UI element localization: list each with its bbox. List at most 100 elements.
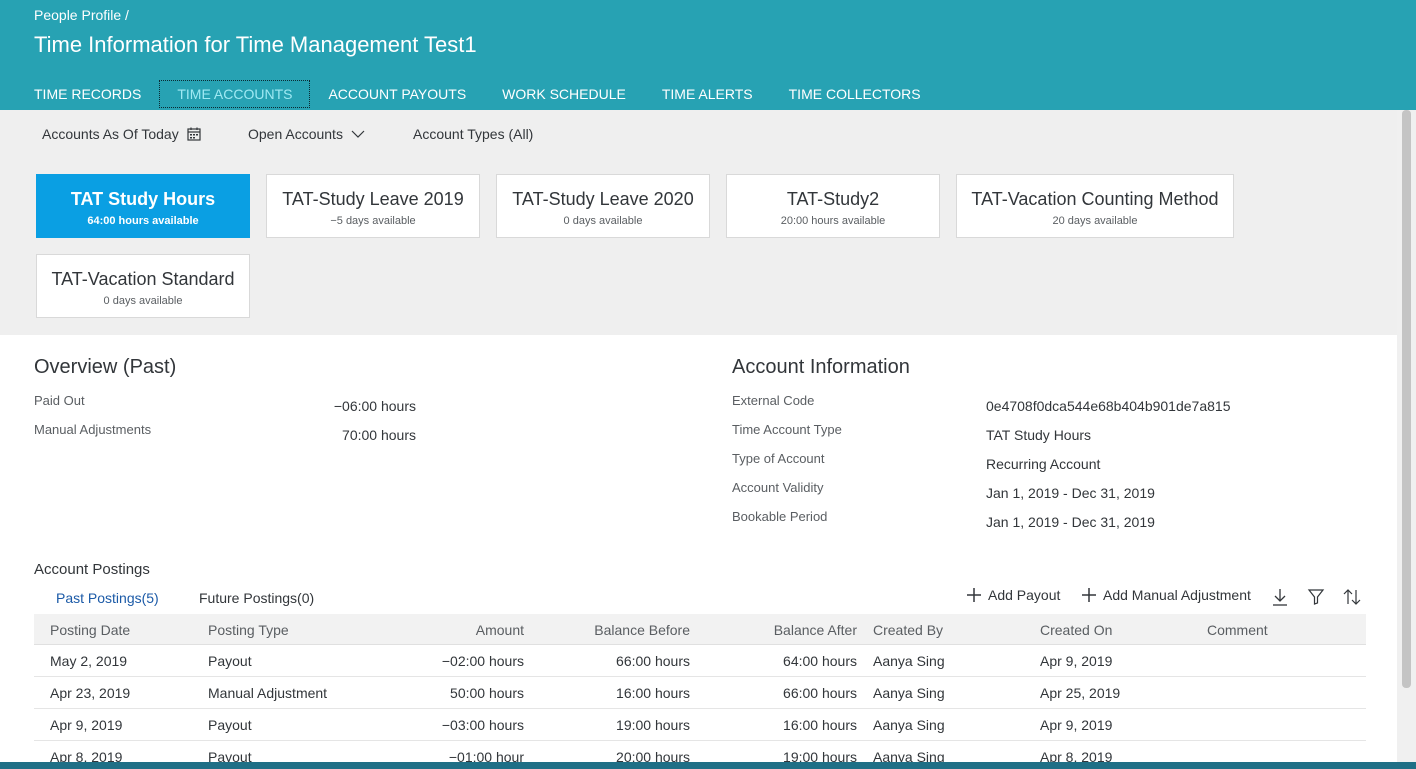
- tile-availability: −5 days available: [330, 215, 416, 227]
- time-account-type-value: TAT Study Hours: [986, 427, 1092, 443]
- add-payout-button[interactable]: Add Payout: [966, 587, 1060, 603]
- tab-work-schedule[interactable]: WORK SCHEDULE: [484, 80, 644, 108]
- tile-title: TAT Study Hours: [70, 189, 216, 209]
- download-icon: [1273, 589, 1287, 606]
- type-of-account-value: Recurring Account: [986, 456, 1101, 472]
- tile-availability: 20 days available: [1052, 215, 1138, 227]
- vertical-scrollbar[interactable]: [1397, 110, 1416, 769]
- bookable-period-label: Bookable Period: [732, 509, 828, 524]
- manual-adjustments-value: 70:00 hours: [342, 427, 416, 443]
- tab-future-postings[interactable]: Future Postings(0): [199, 590, 314, 606]
- table-row[interactable]: Apr 9, 2019 Payout −03:00 hours 19:00 ho…: [34, 709, 1366, 741]
- cell-created-by: Aanya Sing: [873, 653, 945, 669]
- cell-created-on: Apr 9, 2019: [1040, 717, 1113, 733]
- time-account-type-label: Time Account Type: [732, 422, 842, 437]
- postings-table: Posting Date Posting Type Amount Balance…: [34, 614, 1366, 769]
- bookable-period-value: Jan 1, 2019 - Dec 31, 2019: [986, 514, 1155, 530]
- download-button[interactable]: [1271, 587, 1289, 612]
- cell-posting-date: Apr 9, 2019: [50, 717, 123, 733]
- open-accounts-dropdown[interactable]: Open Accounts: [248, 126, 365, 142]
- account-validity-value: Jan 1, 2019 - Dec 31, 2019: [986, 485, 1155, 501]
- sort-icon: [1343, 589, 1361, 605]
- cell-amount: 50:00 hours: [450, 685, 524, 701]
- table-row[interactable]: Apr 23, 2019 Manual Adjustment 50:00 hou…: [34, 677, 1366, 709]
- table-row[interactable]: May 2, 2019 Payout −02:00 hours 66:00 ho…: [34, 645, 1366, 677]
- cell-posting-date: May 2, 2019: [50, 653, 128, 669]
- cell-balance-before: 19:00 hours: [616, 717, 690, 733]
- account-validity-label: Account Validity: [732, 480, 824, 495]
- col-created-on[interactable]: Created On: [1040, 622, 1112, 638]
- tile-title: TAT-Vacation Standard: [51, 269, 235, 289]
- tile-availability: 0 days available: [563, 215, 643, 227]
- tab-time-alerts[interactable]: TIME ALERTS: [644, 80, 771, 108]
- cell-amount: −03:00 hours: [441, 717, 524, 733]
- tab-time-collectors[interactable]: TIME COLLECTORS: [771, 80, 939, 108]
- cell-created-on: Apr 9, 2019: [1040, 653, 1113, 669]
- col-posting-type[interactable]: Posting Type: [208, 622, 289, 638]
- col-comment[interactable]: Comment: [1207, 622, 1268, 638]
- tab-bar: TIME RECORDS TIME ACCOUNTS ACCOUNT PAYOU…: [16, 80, 939, 110]
- tile-tat-study-hours[interactable]: TAT Study Hours 64:00 hours available: [36, 174, 250, 238]
- bottom-edge-bar: [0, 762, 1416, 769]
- cell-posting-date: Apr 23, 2019: [50, 685, 131, 701]
- add-icon: [1082, 588, 1096, 602]
- col-created-by[interactable]: Created By: [873, 622, 943, 638]
- tile-availability: 64:00 hours available: [87, 215, 199, 227]
- cell-posting-type: Payout: [208, 717, 252, 733]
- external-code-value: 0e4708f0dca544e68b404b901de7a815: [986, 398, 1231, 414]
- tab-account-payouts[interactable]: ACCOUNT PAYOUTS: [310, 80, 484, 108]
- add-icon: [967, 588, 981, 602]
- col-balance-after[interactable]: Balance After: [727, 622, 857, 638]
- tile-availability: 0 days available: [103, 295, 183, 307]
- filter-icon: [1307, 589, 1325, 605]
- chevron-down-icon: [351, 130, 365, 138]
- account-postings-title: Account Postings: [34, 561, 150, 578]
- cell-balance-after: 16:00 hours: [783, 717, 857, 733]
- tile-tat-study2[interactable]: TAT-Study2 20:00 hours available: [726, 174, 940, 238]
- tile-tat-vacation-counting-method[interactable]: TAT-Vacation Counting Method 20 days ava…: [956, 174, 1234, 238]
- cell-balance-after: 64:00 hours: [783, 653, 857, 669]
- tile-title: TAT-Study Leave 2020: [512, 189, 694, 209]
- tile-title: TAT-Vacation Counting Method: [971, 189, 1219, 209]
- scrollbar-thumb[interactable]: [1402, 110, 1411, 688]
- col-amount[interactable]: Amount: [404, 622, 524, 638]
- cell-posting-type: Manual Adjustment: [208, 685, 328, 701]
- accounts-as-of-filter[interactable]: Accounts As Of Today: [42, 126, 201, 142]
- account-types-filter[interactable]: Account Types (All): [413, 126, 533, 142]
- tab-time-records[interactable]: TIME RECORDS: [16, 80, 159, 108]
- page-title: Time Information for Time Management Tes…: [34, 32, 477, 57]
- cell-balance-before: 16:00 hours: [616, 685, 690, 701]
- tile-tat-vacation-standard[interactable]: TAT-Vacation Standard 0 days available: [36, 254, 250, 318]
- sort-button[interactable]: [1342, 587, 1362, 612]
- breadcrumb[interactable]: People Profile /: [34, 7, 129, 23]
- col-balance-before[interactable]: Balance Before: [560, 622, 690, 638]
- col-posting-date[interactable]: Posting Date: [50, 622, 130, 638]
- tile-availability: 20:00 hours available: [780, 215, 886, 227]
- open-accounts-label: Open Accounts: [248, 126, 343, 142]
- cell-created-by: Aanya Sing: [873, 685, 945, 701]
- tile-tat-study-leave-2020[interactable]: TAT-Study Leave 2020 0 days available: [496, 174, 710, 238]
- cell-balance-before: 66:00 hours: [616, 653, 690, 669]
- paid-out-label: Paid Out: [34, 393, 85, 408]
- tab-time-accounts[interactable]: TIME ACCOUNTS: [159, 80, 311, 108]
- postings-subtab-bar: Past Postings(5) Future Postings(0) Add …: [0, 581, 1397, 614]
- tile-title: TAT-Study Leave 2019: [282, 189, 464, 209]
- cell-posting-type: Payout: [208, 653, 252, 669]
- filter-button[interactable]: [1307, 587, 1325, 612]
- cell-created-on: Apr 25, 2019: [1040, 685, 1121, 701]
- type-of-account-label: Type of Account: [732, 451, 825, 466]
- account-info-title: Account Information: [732, 356, 910, 378]
- accounts-as-of-label: Accounts As Of Today: [42, 126, 179, 142]
- overview-title: Overview (Past): [34, 356, 177, 378]
- tab-past-postings[interactable]: Past Postings(5): [56, 590, 159, 606]
- cell-amount: −02:00 hours: [441, 653, 524, 669]
- manual-adjustments-label: Manual Adjustments: [34, 422, 152, 437]
- tile-tat-study-leave-2019[interactable]: TAT-Study Leave 2019 −5 days available: [266, 174, 480, 238]
- app-header: People Profile / Time Information for Ti…: [0, 0, 1416, 110]
- cell-created-by: Aanya Sing: [873, 717, 945, 733]
- add-payout-label: Add Payout: [988, 587, 1061, 603]
- calendar-icon: [187, 127, 201, 141]
- add-manual-adjustment-button[interactable]: Add Manual Adjustment: [1081, 587, 1251, 603]
- table-header: Posting Date Posting Type Amount Balance…: [34, 614, 1366, 645]
- paid-out-value: −06:00 hours: [333, 398, 416, 414]
